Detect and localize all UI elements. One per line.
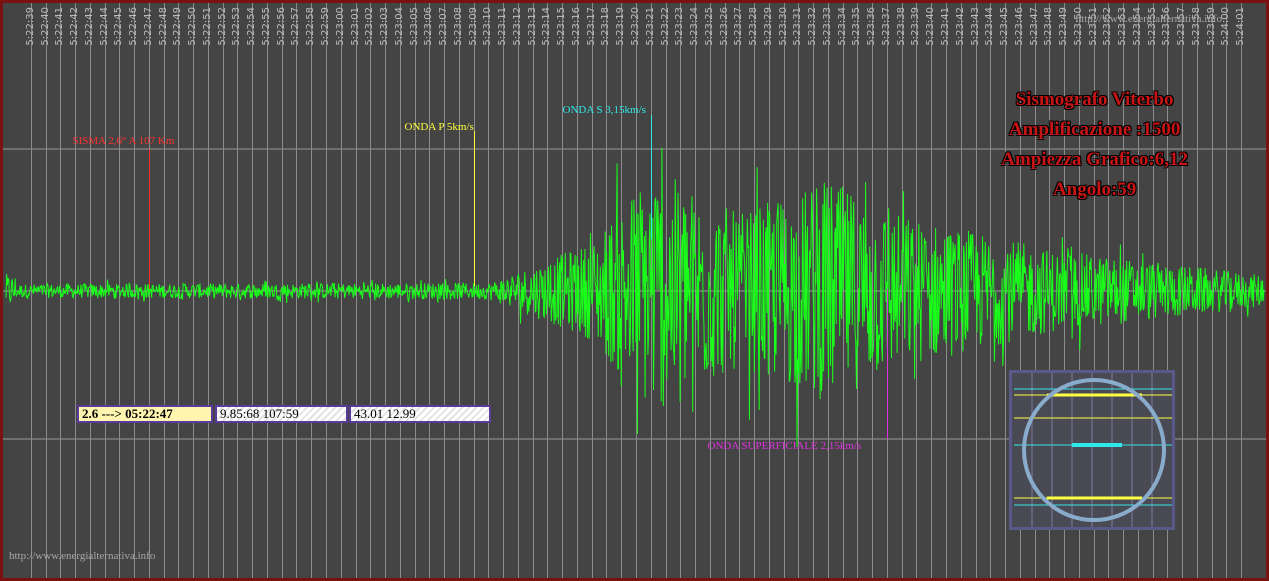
onda-p-label: ONDA P 5km/s bbox=[404, 121, 474, 133]
time-tick-label: 5:22:39 bbox=[24, 7, 36, 46]
time-tick-label: 5:23:13 bbox=[526, 7, 538, 46]
time-tick-label: 5:22:40 bbox=[39, 7, 51, 46]
time-tick-label: 5:22:51 bbox=[201, 7, 213, 46]
time-tick-label: 5:23:21 bbox=[644, 7, 656, 46]
time-tick-label: 5:23:05 bbox=[408, 7, 420, 46]
mini-seismogram-graphic bbox=[1012, 373, 1172, 527]
time-tick-label: 5:23:39 bbox=[909, 7, 921, 46]
mini-seismogram-thumbnail bbox=[1009, 370, 1175, 530]
time-tick-label: 5:23:22 bbox=[659, 7, 671, 46]
time-tick-label: 5:22:50 bbox=[186, 7, 198, 46]
time-tick-label: 5:22:58 bbox=[304, 7, 316, 46]
time-tick-label: 5:23:18 bbox=[599, 7, 611, 46]
time-tick-label: 5:24:01 bbox=[1234, 7, 1246, 46]
watermark-bottom: http://www.energialternativa.info bbox=[9, 550, 156, 562]
time-tick-label: 5:23:41 bbox=[939, 7, 951, 46]
time-tick-label: 5:23:32 bbox=[806, 7, 818, 46]
coordinates-box-2: 43.01 12.99 bbox=[349, 405, 491, 423]
time-tick-label: 5:23:08 bbox=[452, 7, 464, 46]
time-tick-label: 5:23:14 bbox=[540, 7, 552, 46]
time-tick-label: 5:23:00 bbox=[334, 7, 346, 46]
watermark-top: http://www.energialternativa.info bbox=[1075, 13, 1222, 25]
time-tick-label: 5:22:41 bbox=[53, 7, 65, 46]
time-tick-label: 5:23:40 bbox=[924, 7, 936, 46]
time-tick-label: 5:22:45 bbox=[112, 7, 124, 46]
time-tick-label: 5:23:01 bbox=[349, 7, 361, 46]
time-tick-label: 5:23:16 bbox=[570, 7, 582, 46]
time-tick-label: 5:23:36 bbox=[865, 7, 877, 46]
station-title: Sismografo Viterbo bbox=[1015, 89, 1174, 110]
time-tick-label: 5:23:45 bbox=[998, 7, 1010, 46]
time-tick-label: 5:23:33 bbox=[821, 7, 833, 46]
magnitude-time-box: 2.6 ---> 05:22:47 bbox=[77, 405, 213, 423]
time-tick-label: 5:23:24 bbox=[688, 7, 700, 46]
time-tick-label: 5:23:20 bbox=[629, 7, 641, 46]
station-info: Sismografo Viterbo Amplificazione :1500 … bbox=[1001, 85, 1188, 205]
time-tick-label: 5:23:35 bbox=[850, 7, 862, 46]
time-tick-label: 5:23:44 bbox=[983, 7, 995, 46]
time-tick-label: 5:23:07 bbox=[437, 7, 449, 46]
time-tick-label: 5:23:31 bbox=[791, 7, 803, 46]
onda-s-label: ONDA S 3,15km/s bbox=[562, 104, 646, 116]
time-tick-label: 5:22:44 bbox=[98, 7, 110, 46]
time-tick-label: 5:23:37 bbox=[880, 7, 892, 46]
time-tick-label: 5:23:42 bbox=[954, 7, 966, 46]
time-tick-label: 5:23:48 bbox=[1042, 7, 1054, 46]
time-tick-label: 5:22:59 bbox=[319, 7, 331, 46]
time-tick-label: 5:23:11 bbox=[496, 7, 508, 46]
angle-label: Angolo:59 bbox=[1052, 179, 1137, 200]
time-tick-label: 5:22:52 bbox=[216, 7, 228, 46]
time-tick-label: 5:23:26 bbox=[718, 7, 730, 46]
time-tick-label: 5:22:47 bbox=[142, 7, 154, 46]
time-tick-label: 5:23:49 bbox=[1057, 7, 1069, 46]
time-tick-label: 5:22:56 bbox=[275, 7, 287, 46]
time-tick-label: 5:22:49 bbox=[171, 7, 183, 46]
time-tick-label: 5:23:17 bbox=[585, 7, 597, 46]
time-tick-label: 5:23:15 bbox=[555, 7, 567, 46]
seismograph-panel: 5:22:39 5:22:40 5:22:41 5:22:42 5:22:43 5:22:… bbox=[0, 0, 1269, 581]
time-tick-label: 5:23:34 bbox=[836, 7, 848, 46]
amplification-label: Amplificazione :1500 bbox=[1008, 119, 1181, 140]
time-tick-label: 5:23:28 bbox=[747, 7, 759, 46]
time-tick-label: 5:22:54 bbox=[245, 7, 257, 46]
time-tick-label: 5:23:30 bbox=[777, 7, 789, 46]
time-tick-label: 5:22:46 bbox=[127, 7, 139, 46]
time-tick-label: 5:22:53 bbox=[230, 7, 242, 46]
time-tick-label: 5:22:48 bbox=[157, 7, 169, 46]
time-tick-label: 5:23:09 bbox=[467, 7, 479, 46]
time-tick-label: 5:22:43 bbox=[83, 7, 95, 46]
time-tick-label: 5:23:43 bbox=[969, 7, 981, 46]
graph-amplitude-label: Ampiezza Grafico:6,12 bbox=[1001, 149, 1188, 170]
time-tick-label: 5:23:25 bbox=[703, 7, 715, 46]
sisma-label: SISMA 2,6° A 107 Km bbox=[72, 135, 175, 147]
time-tick-label: 5:23:03 bbox=[378, 7, 390, 46]
time-tick-label: 5:23:29 bbox=[762, 7, 774, 46]
time-tick-label: 5:23:10 bbox=[481, 7, 493, 46]
time-tick-label: 5:23:46 bbox=[1013, 7, 1025, 46]
time-tick-label: 5:23:27 bbox=[732, 7, 744, 46]
time-tick-label: 5:23:19 bbox=[614, 7, 626, 46]
time-tick-label: 5:23:12 bbox=[511, 7, 523, 46]
time-tick-label: 5:23:02 bbox=[363, 7, 375, 46]
time-tick-label: 5:23:47 bbox=[1028, 7, 1040, 46]
time-tick-label: 5:22:57 bbox=[289, 7, 301, 46]
time-tick-label: 5:23:04 bbox=[393, 7, 405, 46]
time-tick-label: 5:23:06 bbox=[422, 7, 434, 46]
coordinates-box-1: 9.85:68 107:59 bbox=[215, 405, 348, 423]
time-tick-label: 5:22:55 bbox=[260, 7, 272, 46]
time-tick-label: 5:23:23 bbox=[673, 7, 685, 46]
time-tick-label: 5:23:38 bbox=[895, 7, 907, 46]
onda-superficiale-label: ONDA SUPERFICIALE 2,15km/s bbox=[707, 440, 862, 452]
time-tick-label: 5:22:42 bbox=[68, 7, 80, 46]
